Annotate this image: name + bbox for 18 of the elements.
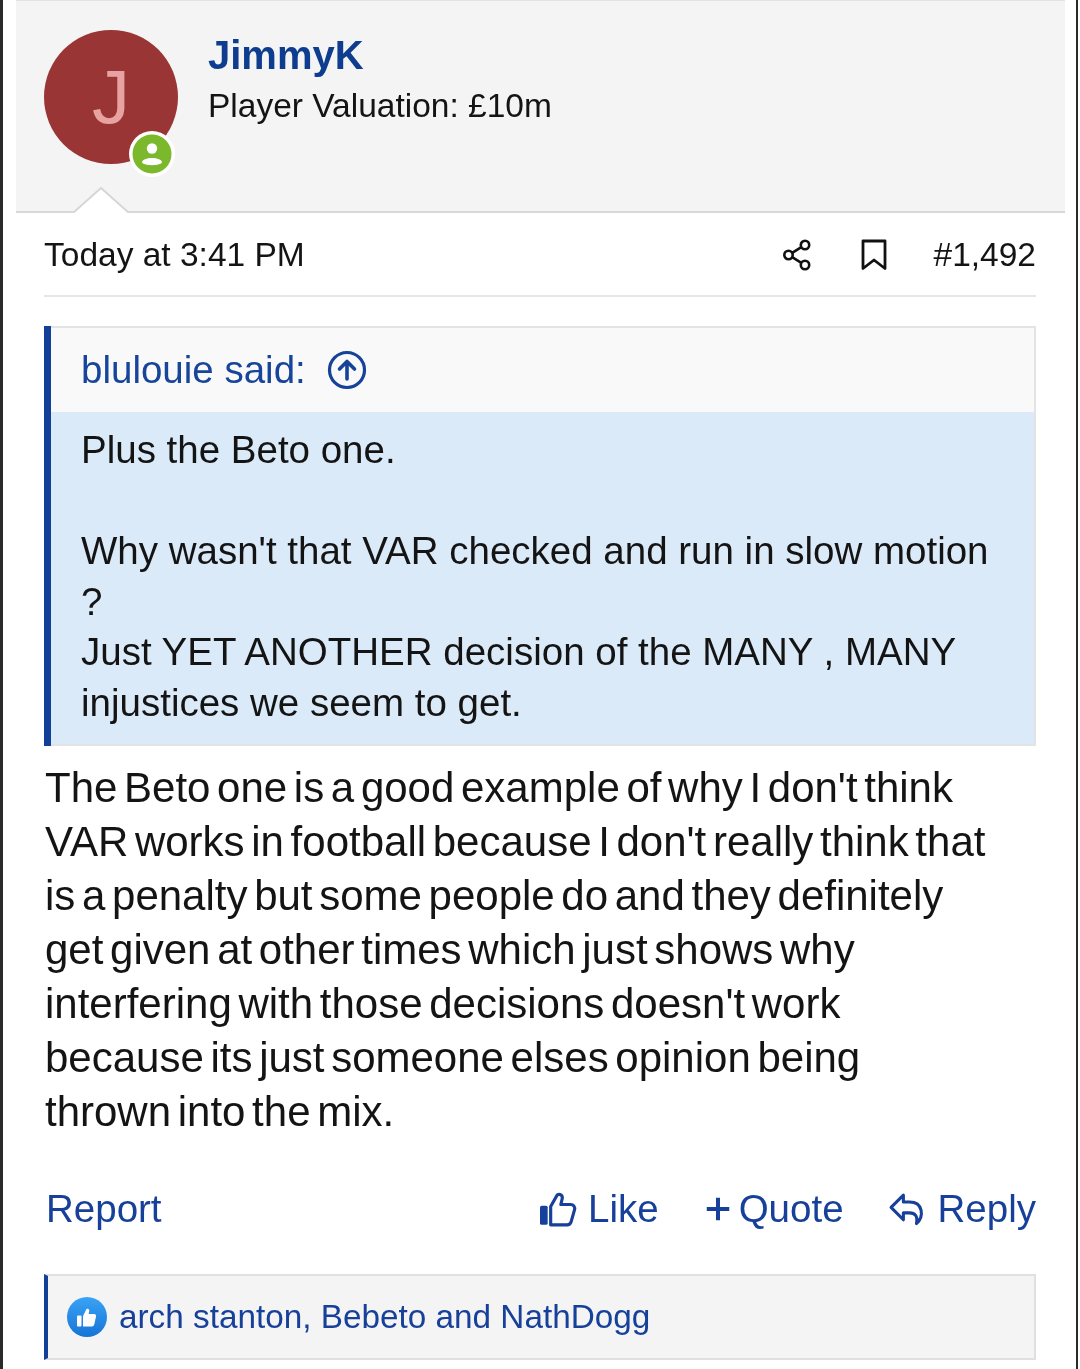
quote-paragraph: Plus the Beto one. — [81, 427, 397, 473]
post-date[interactable]: Today at 3:41 PM — [44, 236, 305, 274]
user-title: Player Valuation: £10m — [208, 86, 552, 126]
post-action-link[interactable]: Quote — [702, 1187, 844, 1231]
reactions-link[interactable]: arch stanton, Bebeto and NathDogg — [119, 1298, 651, 1336]
post-number-link[interactable]: #1,492 — [933, 236, 1036, 274]
quote-paragraph: Why wasn't that VAR checked and run in slow motion ? Just YET ANOTHER decision of the MANY , MANY injustices we seem to get. — [81, 528, 990, 726]
user-badge-icon — [129, 131, 175, 177]
post-action-link[interactable]: Like — [538, 1187, 659, 1231]
post-action-link[interactable]: Reply — [887, 1187, 1036, 1231]
post-message: The Beto one is a good example of why I don't think VAR works in football because I don't really think that is a penalty but some people do and they definitely get given at other times which just shows why interfering with those decisions doesn't work because its just someone elses opinion being thrown into the mix. — [45, 763, 987, 1137]
like-reaction-icon — [67, 1297, 107, 1337]
username-link[interactable]: JimmyK — [208, 30, 552, 80]
report-link[interactable]: Report — [46, 1187, 162, 1231]
quote-author-link[interactable]: blulouie said: — [81, 348, 306, 392]
bookmark-icon[interactable] — [859, 239, 888, 271]
share-icon[interactable] — [781, 239, 812, 271]
arrow-up-circle-icon[interactable] — [326, 350, 367, 390]
